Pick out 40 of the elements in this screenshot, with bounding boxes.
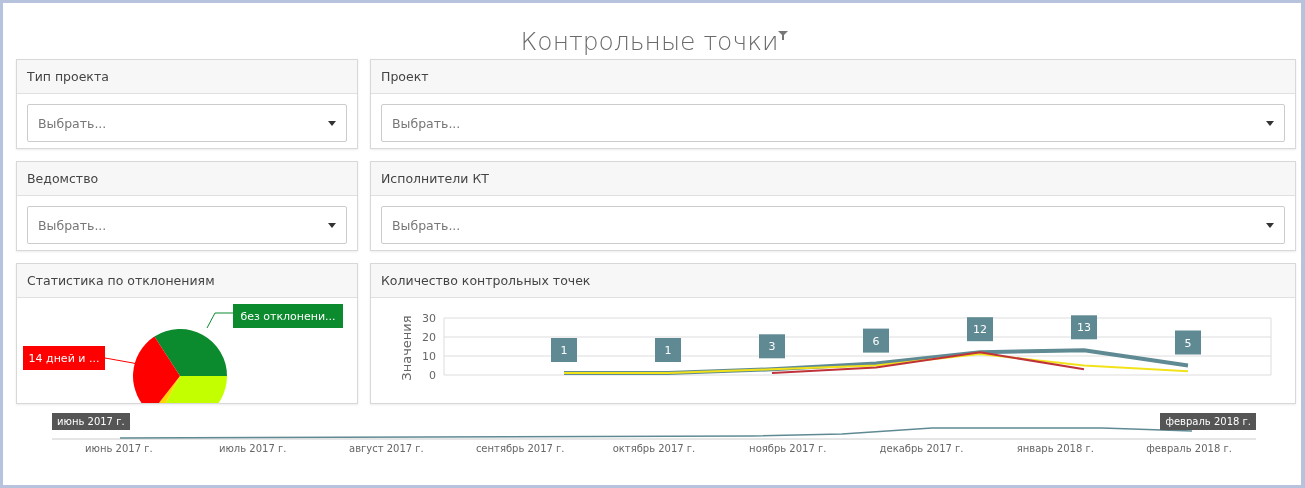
point-label: 1 — [560, 344, 568, 357]
select-field[interactable]: Выбрать... — [381, 206, 1285, 244]
range-start-handle[interactable]: июнь 2017 г. — [52, 413, 130, 430]
axis-tick-label: 30 — [422, 312, 436, 325]
timeline-label: июль 2017 г. — [217, 443, 288, 454]
placeholder: Выбрать... — [38, 217, 107, 233]
panel-title: Статистика по отклонениям — [17, 264, 357, 298]
panel-title: Количество контрольных точек — [371, 264, 1295, 298]
select-field[interactable]: Выбрать... — [27, 104, 347, 142]
point-label: 6 — [872, 334, 880, 348]
timeline-label: январь 2018 г. — [1015, 443, 1095, 454]
point-label: 3 — [768, 340, 776, 354]
timeline-label: декабрь 2017 г. — [878, 443, 965, 454]
timeline-label: июнь 2017 г. — [84, 443, 154, 454]
placeholder: Выбрать... — [38, 115, 107, 131]
slice-label: 14 дней и ... — [28, 352, 100, 365]
placeholder: Выбрать... — [392, 217, 461, 233]
panel-title: Проект — [371, 60, 1295, 94]
panel-title: Ведомство — [17, 162, 357, 196]
timeline-label: февраль 2018 г. — [1145, 443, 1233, 454]
axis-tick-label: 10 — [422, 350, 436, 363]
range-end-handle[interactable]: февраль 2018 г. — [1160, 413, 1256, 430]
panel-title: Тип проекта — [17, 60, 357, 94]
timeline-label: октябрь 2017 г. — [611, 443, 697, 454]
select-field[interactable]: Выбрать... — [27, 206, 347, 244]
point-label: 12 — [973, 323, 987, 337]
timeline-label: сентябрь 2017 г. — [474, 443, 566, 454]
timeline-label: август 2017 г. — [348, 443, 425, 454]
axis-tick-label: 0 — [429, 369, 436, 382]
page-title: Контрольные точки — [520, 26, 779, 58]
point-label: 5 — [1184, 336, 1192, 350]
axis-title: Значения — [399, 315, 414, 381]
panel-title: Исполнители КТ — [371, 162, 1295, 196]
point-label: 1 — [664, 344, 672, 357]
axis-tick-label: 20 — [422, 331, 436, 344]
timeline-label: ноябрь 2017 г. — [748, 443, 828, 454]
point-label: 13 — [1077, 321, 1091, 335]
placeholder: Выбрать... — [392, 115, 461, 131]
select-field[interactable]: Выбрать... — [381, 104, 1285, 142]
slice-label: без отклонени... — [240, 310, 336, 323]
